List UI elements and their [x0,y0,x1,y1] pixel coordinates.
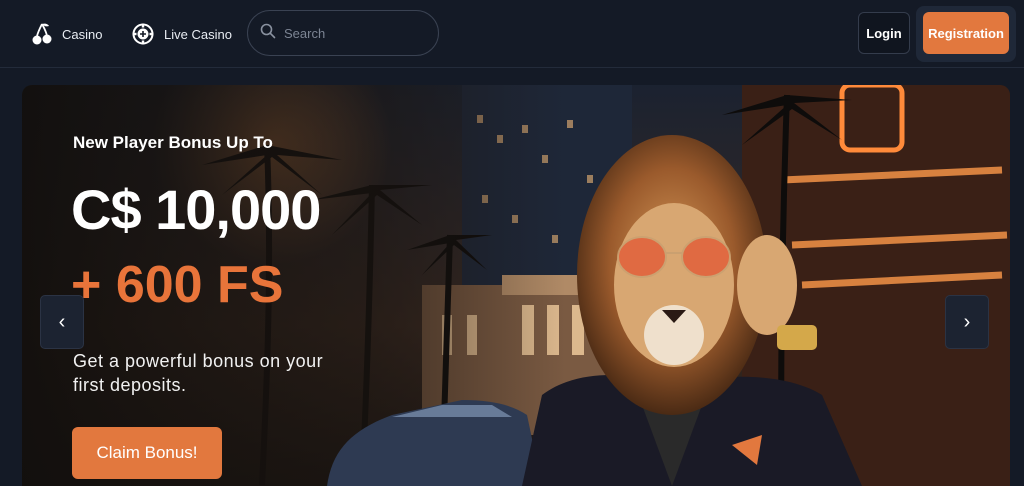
promo-banner: New Player Bonus Up To C$ 10,000 + 600 F… [22,85,1010,486]
search-box[interactable] [247,10,439,56]
top-navigation-bar: Casino Live Casino Login Registration [0,0,1024,68]
bonus-amount: C$ 10,000 [71,178,321,241]
cherries-icon [32,22,52,46]
banner-subtitle: New Player Bonus Up To [73,133,273,152]
nav-casino[interactable]: Casino [32,20,102,48]
nav-live-casino[interactable]: Live Casino [132,20,232,48]
chevron-left-icon: ‹ [58,310,66,333]
carousel-next-button[interactable]: › [945,295,989,349]
claim-bonus-button[interactable]: Claim Bonus! [72,427,222,479]
roulette-chip-icon [132,23,154,45]
free-spins-amount: + 600 FS [71,256,284,314]
login-button[interactable]: Login [858,12,910,54]
nav-casino-label: Casino [62,26,103,42]
search-input[interactable] [284,25,424,41]
banner-description: Get a powerful bonus on your first depos… [73,351,324,395]
chevron-right-icon: › [963,310,971,333]
registration-button[interactable]: Registration [923,12,1009,54]
nav-live-casino-label: Live Casino [164,26,232,42]
carousel-prev-button[interactable]: ‹ [40,295,84,349]
search-icon [260,23,276,44]
